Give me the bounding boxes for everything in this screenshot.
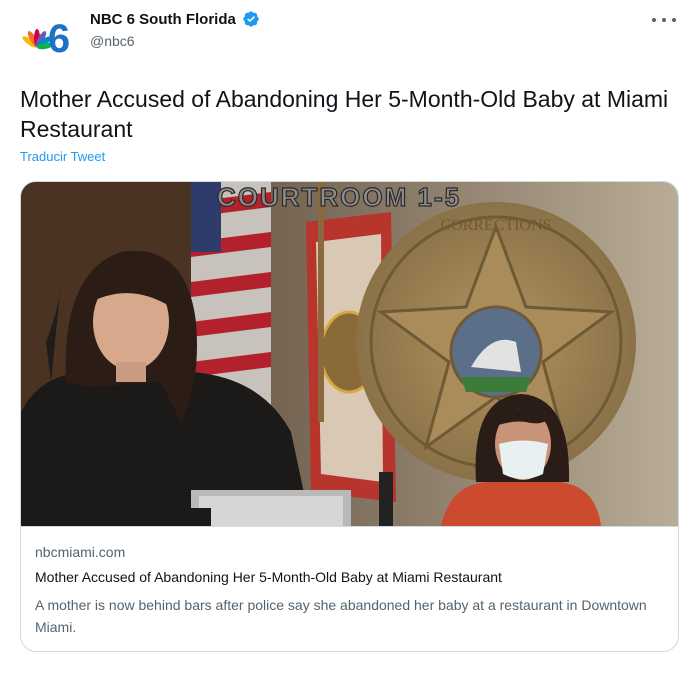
account-handle[interactable]: @nbc6 [90, 33, 260, 49]
card-description: A mother is now behind bars after police… [35, 597, 647, 635]
account-name[interactable]: NBC 6 South Florida [90, 11, 236, 28]
logo-numeral: 6 [48, 17, 70, 61]
verified-badge-icon [243, 11, 259, 27]
name-row: NBC 6 South Florida [90, 10, 260, 28]
link-card[interactable]: CORRECTIONS COURTROOM 1-5 nbcmiami.com M… [20, 181, 679, 652]
translate-tweet-link[interactable]: Traducir Tweet [20, 149, 105, 164]
card-image[interactable]: CORRECTIONS COURTROOM 1-5 [21, 182, 678, 526]
card-title: Mother Accused of Abandoning Her 5-Month… [35, 569, 502, 585]
avatar[interactable]: 6 [20, 8, 74, 62]
more-dot-icon [652, 18, 656, 22]
tweet-header: NBC 6 South Florida @nbc6 [90, 10, 260, 49]
more-dot-icon [672, 18, 676, 22]
courtroom-caption: COURTROOM 1-5 [217, 182, 461, 212]
card-domain: nbcmiami.com [35, 544, 126, 560]
more-options-button[interactable] [652, 12, 676, 28]
courtroom-photo: CORRECTIONS COURTROOM 1-5 [21, 182, 678, 526]
nbc6-logo-icon: 6 [20, 8, 74, 62]
seal-text: CORRECTIONS [440, 217, 551, 234]
tweet: 6 NBC 6 South Florida @nbc6 Mother Accus… [0, 0, 700, 674]
more-dot-icon [662, 18, 666, 22]
tweet-text: Mother Accused of Abandoning Her 5-Month… [20, 86, 669, 142]
card-body[interactable]: nbcmiami.com Mother Accused of Abandonin… [21, 526, 678, 635]
